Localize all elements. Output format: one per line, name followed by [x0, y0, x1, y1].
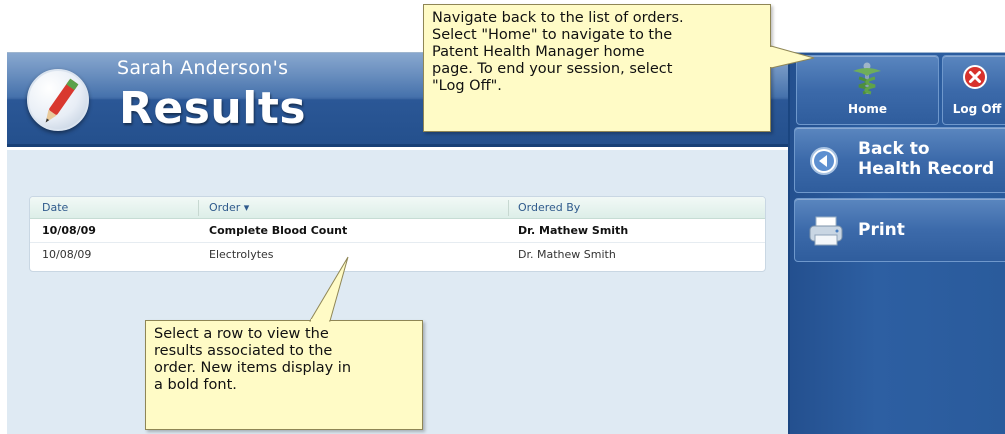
log-off-button[interactable]: Log Off: [942, 55, 1005, 125]
back-label: Back to Health Record: [858, 139, 994, 179]
table-row[interactable]: 10/08/09 Electrolytes Dr. Mathew Smith: [30, 243, 765, 267]
back-label-line2: Health Record: [858, 159, 995, 179]
cell-order: Complete Blood Count: [209, 224, 348, 237]
column-header-date[interactable]: Date: [42, 201, 68, 214]
column-header-ordered-by[interactable]: Ordered By: [518, 201, 580, 214]
cell-date: 10/08/09: [42, 248, 92, 261]
cell-ordered-by: Dr. Mathew Smith: [518, 248, 616, 261]
right-nav-panel: Home Log Off Back to Health Record Print: [788, 53, 1005, 434]
cell-order: Electrolytes: [209, 248, 274, 261]
printer-icon: [809, 216, 843, 246]
callout-navigation-tip: Navigate back to the list of orders. Sel…: [423, 4, 771, 132]
table-row[interactable]: 10/08/09 Complete Blood Count Dr. Mathew…: [30, 219, 765, 243]
table-header: Date Order ▾ Ordered By: [30, 197, 765, 219]
page-title: Results: [119, 83, 307, 134]
print-button[interactable]: Print: [794, 198, 1005, 262]
results-pencil-icon: [27, 69, 89, 131]
results-table: Date Order ▾ Ordered By 10/08/09 Complet…: [29, 196, 766, 272]
home-label: Home: [848, 102, 887, 116]
column-separator: [198, 200, 199, 216]
column-header-order[interactable]: Order ▾: [209, 201, 249, 214]
cell-date: 10/08/09: [42, 224, 96, 237]
log-off-label: Log Off: [952, 102, 1002, 116]
callout-pointer: [769, 45, 815, 69]
back-to-health-record-button[interactable]: Back to Health Record: [794, 127, 1005, 193]
close-circle-icon: [963, 65, 987, 89]
back-arrow-icon: [810, 147, 838, 175]
column-separator: [508, 200, 509, 216]
callout-row-selection-tip: Select a row to view the results associa…: [145, 320, 423, 430]
patient-name: Sarah Anderson's: [117, 57, 289, 79]
print-label: Print: [858, 220, 905, 240]
back-label-line1: Back to: [858, 139, 930, 159]
callout-pointer: [309, 256, 349, 323]
caduceus-icon: [853, 62, 881, 95]
cell-ordered-by: Dr. Mathew Smith: [518, 224, 629, 237]
